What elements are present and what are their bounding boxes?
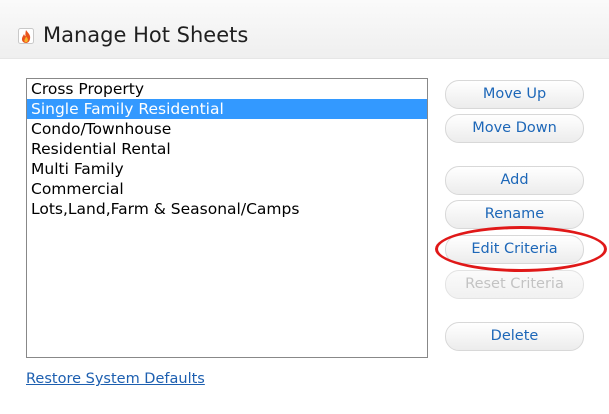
dialog-header: Manage Hot Sheets (0, 0, 609, 59)
list-item[interactable]: Multi Family (27, 159, 427, 179)
restore-system-defaults-link[interactable]: Restore System Defaults (26, 371, 205, 387)
page-title: Manage Hot Sheets (43, 23, 249, 47)
edit-criteria-button[interactable]: Edit Criteria (445, 235, 584, 264)
move-up-button[interactable]: Move Up (445, 80, 584, 109)
list-item[interactable]: Single Family Residential (27, 99, 427, 119)
list-item[interactable]: Commercial (27, 179, 427, 199)
list-item[interactable]: Lots,Land,Farm & Seasonal/Camps (27, 199, 427, 219)
rename-button[interactable]: Rename (445, 200, 584, 229)
reset-criteria-button: Reset Criteria (445, 270, 584, 299)
hot-sheet-flame-icon (18, 28, 34, 44)
list-item[interactable]: Cross Property (27, 79, 427, 99)
move-down-button[interactable]: Move Down (445, 114, 584, 143)
list-item[interactable]: Residential Rental (27, 139, 427, 159)
hot-sheet-listbox[interactable]: Cross Property Single Family Residential C… (26, 78, 428, 358)
list-item[interactable]: Condo/Townhouse (27, 119, 427, 139)
add-button[interactable]: Add (445, 166, 584, 195)
delete-button[interactable]: Delete (445, 322, 584, 351)
